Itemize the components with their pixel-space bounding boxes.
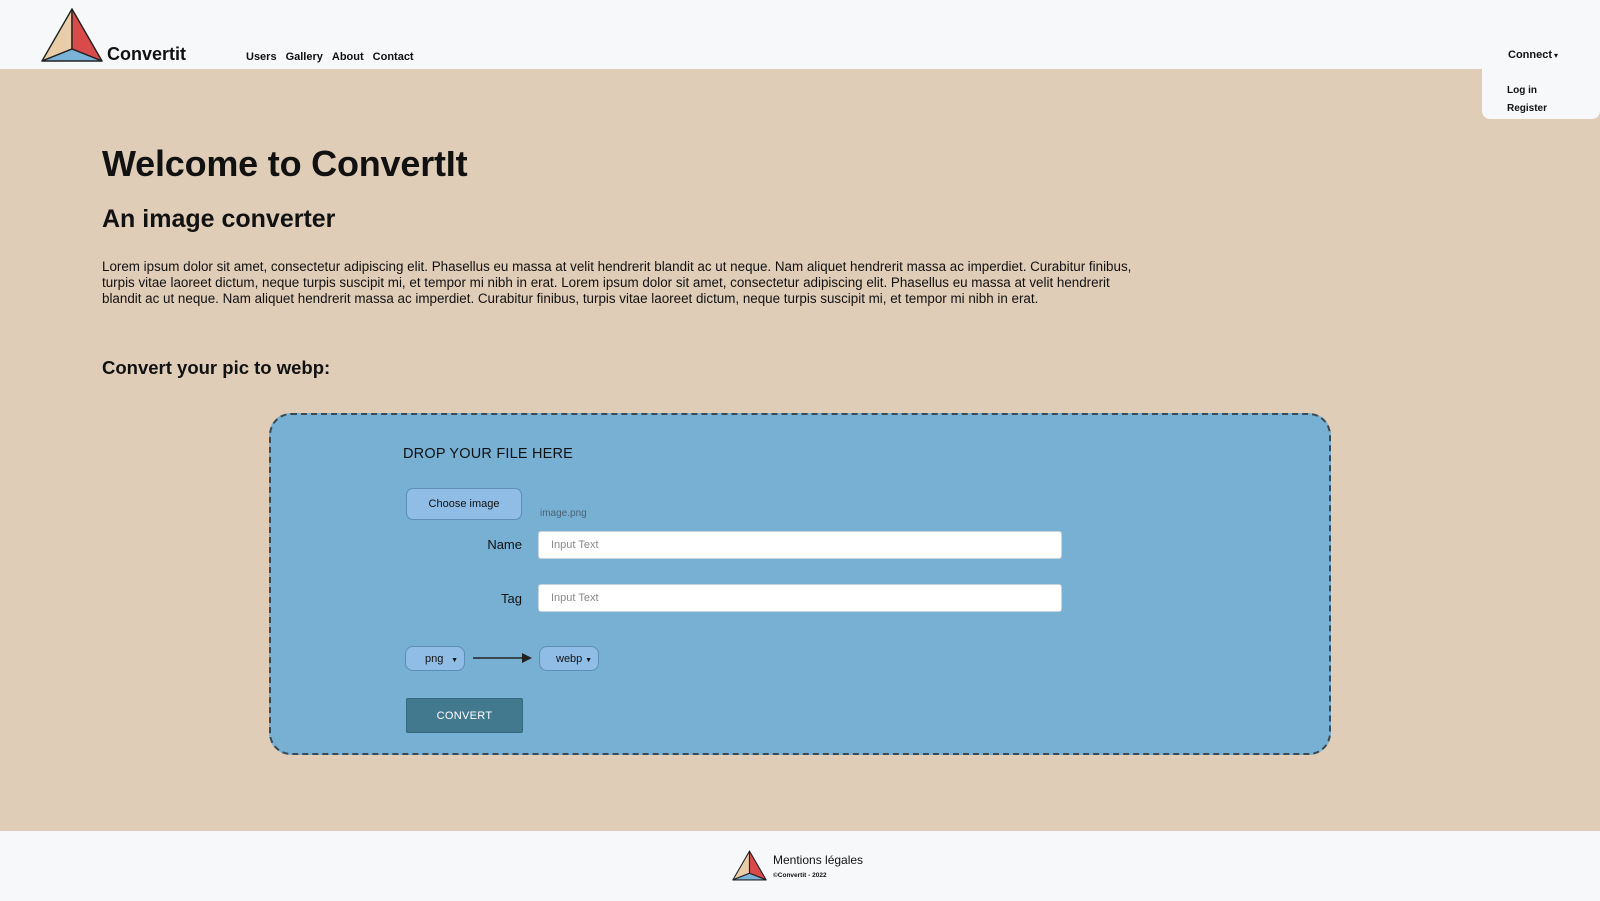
register-link[interactable]: Register — [1507, 100, 1600, 118]
name-label: Name — [487, 537, 522, 552]
main-nav: Users Gallery About Contact — [246, 51, 414, 63]
intro-paragraph: Lorem ipsum dolor sit amet, consectetur … — [102, 259, 1132, 306]
arrow-right-icon — [473, 653, 532, 663]
choose-image-button[interactable]: Choose image — [406, 488, 522, 520]
connect-dropdown: Log in Register — [1482, 69, 1600, 119]
convert-button[interactable]: CONVERT — [406, 698, 523, 733]
triangle-logo-icon[interactable] — [41, 7, 103, 63]
tag-label: Tag — [501, 591, 522, 606]
caret-down-icon: ▾ — [1554, 51, 1559, 60]
triangle-logo-icon — [732, 850, 767, 881]
login-link[interactable]: Log in — [1507, 82, 1600, 100]
tag-input[interactable] — [538, 584, 1062, 612]
connect-menu-button[interactable]: Connect ▾ — [1508, 49, 1558, 61]
connect-label: Connect — [1508, 49, 1552, 61]
target-format-select[interactable]: webp ▼ — [539, 646, 599, 671]
page-subtitle: An image converter — [102, 205, 336, 233]
nav-about[interactable]: About — [332, 51, 364, 63]
nav-contact[interactable]: Contact — [373, 51, 414, 63]
selected-filename: image.png — [540, 508, 587, 519]
name-input[interactable] — [538, 531, 1062, 559]
legal-notice-link[interactable]: Mentions légales — [773, 853, 863, 867]
nav-users[interactable]: Users — [246, 51, 277, 63]
caret-down-icon: ▼ — [451, 657, 458, 664]
header: Convertit Users Gallery About Contact Co… — [0, 0, 1600, 69]
dropzone-title: DROP YOUR FILE HERE — [403, 446, 574, 462]
caret-down-icon: ▼ — [585, 657, 592, 664]
copyright-text: ©Convertit - 2022 — [773, 872, 827, 879]
target-format-value: webp — [556, 652, 583, 665]
source-format-select[interactable]: png ▼ — [405, 646, 465, 671]
page-title: Welcome to ConvertIt — [102, 143, 468, 184]
nav-gallery[interactable]: Gallery — [286, 51, 323, 63]
brand-name[interactable]: Convertit — [107, 44, 186, 65]
convert-heading: Convert your pic to webp: — [102, 357, 331, 378]
source-format-value: png — [425, 652, 444, 665]
